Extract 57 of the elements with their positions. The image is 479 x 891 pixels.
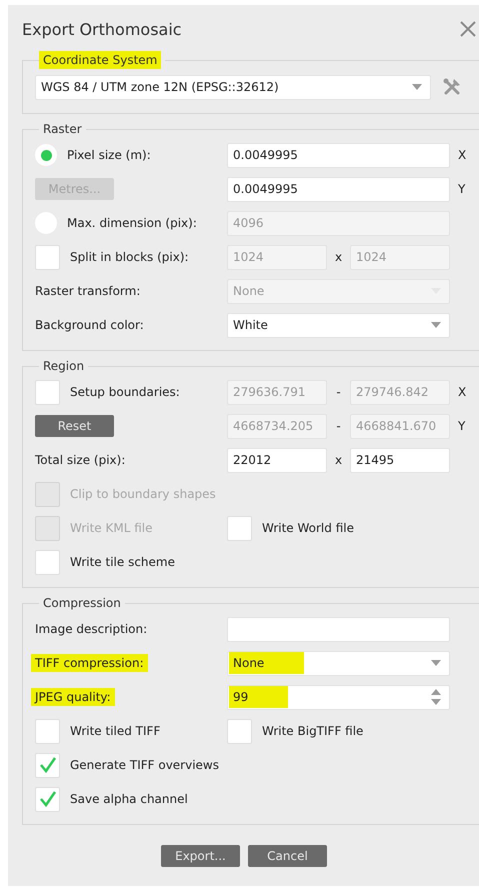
axis-label: X [457,148,468,162]
separator-text: - [335,385,342,399]
axis-label: X [457,385,468,399]
caret-icon [412,84,422,90]
checkbox[interactable] [35,244,60,270]
checkbox-label: Save alpha channel [70,792,188,806]
field-label: TIFF compression: [31,654,148,672]
action-button[interactable]: Reset [35,415,114,437]
checkbox[interactable] [35,718,60,744]
group-title: Raster [43,122,82,136]
axis-label: Y [457,419,466,433]
text-field[interactable]: 22012 [227,448,327,472]
axis-label: Y [457,182,466,196]
window-title: Export Orthomosaic [22,20,182,38]
radio-button[interactable] [35,144,57,166]
checkbox-label: Clip to boundary shapes [70,487,216,501]
field-label: Image description: [35,622,148,636]
checkbox[interactable] [35,550,60,574]
dialog-button[interactable]: Export... [161,845,240,867]
spin-arrows-icon[interactable] [431,689,441,705]
tools-icon[interactable] [443,78,461,96]
checkbox-label: Generate TIFF overviews [70,758,219,772]
checkbox-label: Write BigTIFF file [262,724,364,738]
radio-label: Pixel size (m): [67,148,151,162]
group-title: Region [43,359,84,373]
group-title: Compression [43,596,121,610]
checkbox-label: Setup boundaries: [70,385,180,399]
checkbox-label: Write World file [262,521,354,535]
dropdown[interactable]: None [227,650,450,676]
group-title: Coordinate System [39,51,162,69]
dropdown[interactable]: White [227,312,450,338]
checkbox[interactable] [35,752,60,778]
text-field[interactable] [227,616,450,642]
close-icon[interactable] [460,21,476,37]
field-label: Total size (pix): [35,453,126,467]
checkbox-label: Write tiled TIFF [70,724,160,738]
radio-label: Max. dimension (pix): [67,216,197,230]
caret-icon [431,322,441,328]
checkbox-label: Split in blocks (pix): [70,250,189,264]
separator-text: x [334,250,344,264]
dialog-button[interactable]: Cancel [248,845,327,867]
text-field[interactable]: 21495 [350,448,450,472]
caret-icon [431,660,441,666]
field-label: JPEG quality: [31,688,115,706]
spin-box[interactable]: 99 [227,684,450,710]
checkbox-label: Write tile scheme [70,555,175,569]
field-label: Raster transform: [35,284,140,298]
checkbox[interactable] [35,786,60,812]
text-field[interactable]: 0.0049995 [227,142,450,168]
checkbox[interactable] [35,380,60,404]
checkbox-label: Write KML file [70,521,152,535]
checkbox[interactable] [227,718,252,744]
field-label: Background color: [35,318,144,332]
coordinate-dropdown[interactable]: WGS 84 / UTM zone 12N (EPSG::32612) [35,74,431,100]
checkbox[interactable] [227,516,252,540]
separator-text: - [335,419,342,433]
separator-text: x [334,453,344,467]
